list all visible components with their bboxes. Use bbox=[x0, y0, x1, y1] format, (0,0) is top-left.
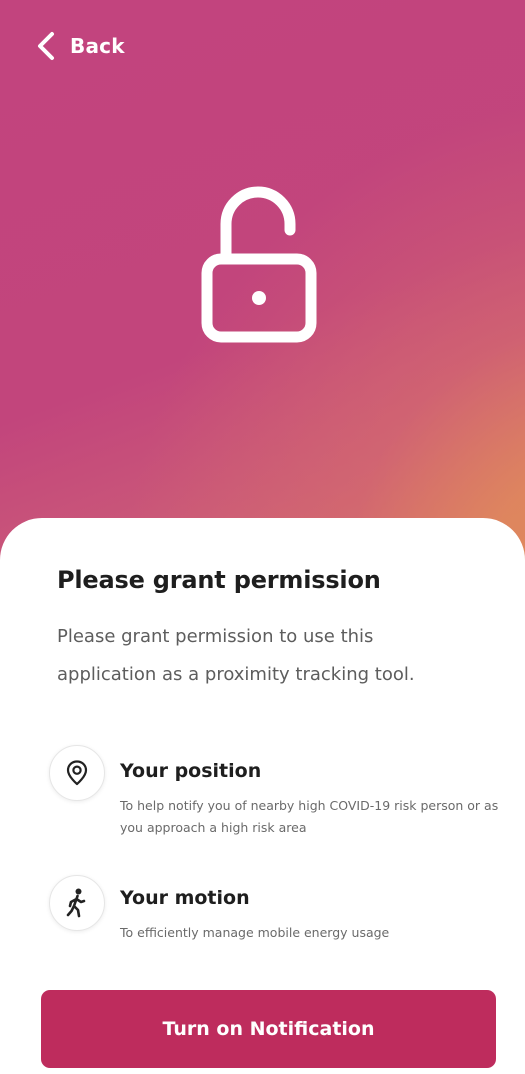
permission-title-motion: Your motion bbox=[120, 887, 250, 909]
page-title: Please grant permission bbox=[57, 566, 381, 594]
location-pin-icon bbox=[66, 760, 88, 786]
turn-on-notification-label: Turn on Notification bbox=[162, 1018, 375, 1040]
page-description: Please grant permission to use this appl… bbox=[57, 626, 415, 685]
chevron-left-icon bbox=[38, 32, 54, 60]
permission-screen: Back Please grant permission Please gran… bbox=[0, 0, 525, 1074]
motion-icon-circle bbox=[49, 875, 105, 931]
back-button[interactable]: Back bbox=[34, 26, 125, 66]
permission-title-position: Your position bbox=[120, 760, 262, 782]
permission-desc-position: To help notify you of nearby high COVID-… bbox=[120, 798, 499, 835]
turn-on-notification-button[interactable]: Turn on Notification bbox=[41, 990, 496, 1068]
walking-person-icon bbox=[66, 888, 86, 918]
back-label: Back bbox=[70, 34, 125, 58]
permission-desc-motion: To efficiently manage mobile energy usag… bbox=[120, 925, 390, 940]
position-icon-circle bbox=[49, 745, 105, 801]
unlock-icon bbox=[201, 186, 317, 343]
